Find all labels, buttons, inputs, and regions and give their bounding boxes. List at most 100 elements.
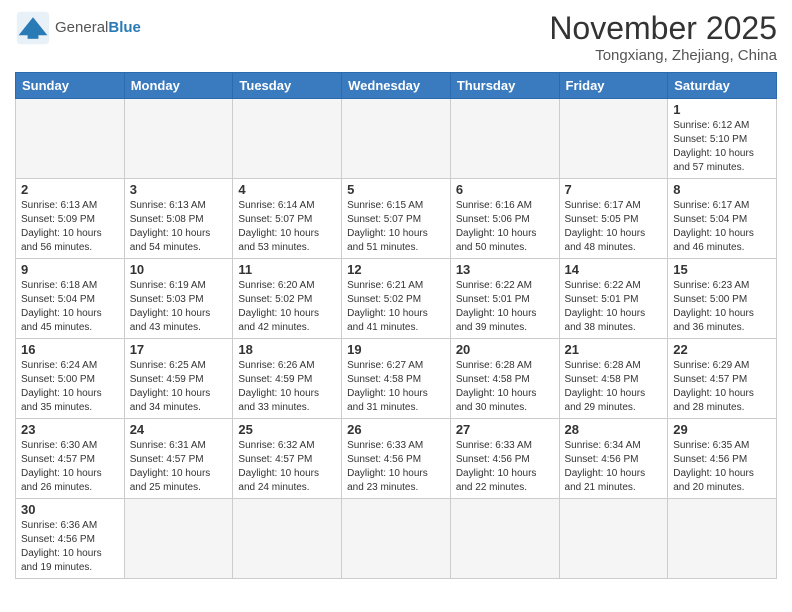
day-number: 14 — [565, 262, 663, 277]
day-info: Sunrise: 6:15 AM Sunset: 5:07 PM Dayligh… — [347, 199, 445, 255]
header: GeneralBlue November 2025 Tongxiang, Zhe… — [15, 10, 777, 64]
calendar-cell — [124, 499, 233, 579]
calendar-cell: 29 Sunrise: 6:35 AM Sunset: 4:56 PM Dayli… — [668, 419, 777, 499]
day-number: 12 — [347, 262, 445, 277]
calendar-cell: 26Sunrise: 6:33 AM Sunset: 4:56 PM Dayli… — [342, 419, 451, 499]
day-info: Sunrise: 6:27 AM Sunset: 4:58 PM Dayligh… — [347, 359, 445, 415]
calendar-cell — [559, 499, 668, 579]
day-number: 10 — [130, 262, 228, 277]
weekday-header-monday: Monday — [124, 73, 233, 99]
logo-general: General — [55, 19, 108, 36]
calendar-cell: 8 Sunrise: 6:17 AM Sunset: 5:04 PM Daylig… — [668, 179, 777, 259]
day-number: 11 — [238, 262, 336, 277]
day-number: 3 — [130, 182, 228, 197]
calendar-cell — [559, 99, 668, 179]
calendar-cell: 21 Sunrise: 6:28 AM Sunset: 4:58 PM Dayli… — [559, 339, 668, 419]
day-number: 28 — [565, 422, 663, 437]
day-number: 16 — [21, 342, 119, 357]
calendar-cell: 22 Sunrise: 6:29 AM Sunset: 4:57 PM Dayli… — [668, 339, 777, 419]
calendar-cell: 17 Sunrise: 6:25 AM Sunset: 4:59 PM Dayli… — [124, 339, 233, 419]
day-info: Sunrise: 6:13 AM Sunset: 5:08 PM Dayligh… — [130, 199, 228, 255]
weekday-header-row: SundayMondayTuesdayWednesdayThursdayFrid… — [16, 73, 777, 99]
calendar-cell — [233, 99, 342, 179]
day-info: Sunrise: 6:24 AM Sunset: 5:00 PM Dayligh… — [21, 359, 119, 415]
calendar-cell — [450, 499, 559, 579]
calendar-cell — [450, 99, 559, 179]
day-number: 15 — [673, 262, 771, 277]
weekday-header-tuesday: Tuesday — [233, 73, 342, 99]
day-info: Sunrise: 6:25 AM Sunset: 4:59 PM Dayligh… — [130, 359, 228, 415]
day-number: 8 — [673, 182, 771, 197]
calendar-cell — [124, 99, 233, 179]
day-number: 9 — [21, 262, 119, 277]
title-block: November 2025 Tongxiang, Zhejiang, China — [549, 10, 777, 64]
day-number: 20 — [456, 342, 554, 357]
month-title: November 2025 — [549, 10, 777, 47]
day-info: Sunrise: 6:29 AM Sunset: 4:57 PM Dayligh… — [673, 359, 771, 415]
day-info: Sunrise: 6:20 AM Sunset: 5:02 PM Dayligh… — [238, 279, 336, 335]
calendar-week-3: 16 Sunrise: 6:24 AM Sunset: 5:00 PM Dayli… — [16, 339, 777, 419]
day-info: Sunrise: 6:32 AM Sunset: 4:57 PM Dayligh… — [238, 439, 336, 495]
day-info: Sunrise: 6:36 AM Sunset: 4:56 PM Dayligh… — [21, 519, 119, 575]
day-number: 6 — [456, 182, 554, 197]
calendar-week-4: 23Sunrise: 6:30 AM Sunset: 4:57 PM Dayli… — [16, 419, 777, 499]
logo-icon — [15, 10, 51, 46]
day-info: Sunrise: 6:12 AM Sunset: 5:10 PM Dayligh… — [673, 119, 771, 175]
logo-blue: Blue — [108, 19, 141, 36]
calendar-cell — [16, 99, 125, 179]
calendar-cell: 14 Sunrise: 6:22 AM Sunset: 5:01 PM Dayli… — [559, 259, 668, 339]
day-info: Sunrise: 6:34 AM Sunset: 4:56 PM Dayligh… — [565, 439, 663, 495]
calendar-cell: 5 Sunrise: 6:15 AM Sunset: 5:07 PM Daylig… — [342, 179, 451, 259]
logo: GeneralBlue — [15, 10, 141, 46]
calendar-cell: 25Sunrise: 6:32 AM Sunset: 4:57 PM Dayli… — [233, 419, 342, 499]
calendar-cell: 23Sunrise: 6:30 AM Sunset: 4:57 PM Dayli… — [16, 419, 125, 499]
day-number: 22 — [673, 342, 771, 357]
weekday-header-saturday: Saturday — [668, 73, 777, 99]
day-info: Sunrise: 6:16 AM Sunset: 5:06 PM Dayligh… — [456, 199, 554, 255]
day-info: Sunrise: 6:23 AM Sunset: 5:00 PM Dayligh… — [673, 279, 771, 335]
day-info: Sunrise: 6:22 AM Sunset: 5:01 PM Dayligh… — [565, 279, 663, 335]
calendar-week-1: 2Sunrise: 6:13 AM Sunset: 5:09 PM Daylig… — [16, 179, 777, 259]
calendar-cell — [342, 99, 451, 179]
calendar-week-0: 1 Sunrise: 6:12 AM Sunset: 5:10 PM Daylig… — [16, 99, 777, 179]
calendar-cell — [668, 499, 777, 579]
day-number: 30 — [21, 502, 119, 517]
calendar-cell: 16 Sunrise: 6:24 AM Sunset: 5:00 PM Dayli… — [16, 339, 125, 419]
calendar: SundayMondayTuesdayWednesdayThursdayFrid… — [15, 72, 777, 579]
day-number: 21 — [565, 342, 663, 357]
day-info: Sunrise: 6:28 AM Sunset: 4:58 PM Dayligh… — [565, 359, 663, 415]
calendar-cell: 28 Sunrise: 6:34 AM Sunset: 4:56 PM Dayli… — [559, 419, 668, 499]
weekday-header-thursday: Thursday — [450, 73, 559, 99]
calendar-cell: 3 Sunrise: 6:13 AM Sunset: 5:08 PM Daylig… — [124, 179, 233, 259]
day-number: 24 — [130, 422, 228, 437]
calendar-cell: 6 Sunrise: 6:16 AM Sunset: 5:06 PM Daylig… — [450, 179, 559, 259]
calendar-cell: 12Sunrise: 6:21 AM Sunset: 5:02 PM Dayli… — [342, 259, 451, 339]
subtitle: Tongxiang, Zhejiang, China — [549, 47, 777, 64]
day-number: 18 — [238, 342, 336, 357]
weekday-header-wednesday: Wednesday — [342, 73, 451, 99]
calendar-cell: 2Sunrise: 6:13 AM Sunset: 5:09 PM Daylig… — [16, 179, 125, 259]
day-info: Sunrise: 6:14 AM Sunset: 5:07 PM Dayligh… — [238, 199, 336, 255]
day-info: Sunrise: 6:22 AM Sunset: 5:01 PM Dayligh… — [456, 279, 554, 335]
day-info: Sunrise: 6:18 AM Sunset: 5:04 PM Dayligh… — [21, 279, 119, 335]
calendar-cell: 4Sunrise: 6:14 AM Sunset: 5:07 PM Daylig… — [233, 179, 342, 259]
day-number: 1 — [673, 102, 771, 117]
calendar-week-5: 30 Sunrise: 6:36 AM Sunset: 4:56 PM Dayli… — [16, 499, 777, 579]
day-info: Sunrise: 6:35 AM Sunset: 4:56 PM Dayligh… — [673, 439, 771, 495]
calendar-cell — [233, 499, 342, 579]
calendar-cell: 30 Sunrise: 6:36 AM Sunset: 4:56 PM Dayli… — [16, 499, 125, 579]
day-info: Sunrise: 6:17 AM Sunset: 5:04 PM Dayligh… — [673, 199, 771, 255]
calendar-cell: 10 Sunrise: 6:19 AM Sunset: 5:03 PM Dayli… — [124, 259, 233, 339]
day-number: 17 — [130, 342, 228, 357]
day-number: 2 — [21, 182, 119, 197]
day-number: 23 — [21, 422, 119, 437]
day-number: 26 — [347, 422, 445, 437]
calendar-cell: 9 Sunrise: 6:18 AM Sunset: 5:04 PM Daylig… — [16, 259, 125, 339]
day-info: Sunrise: 6:19 AM Sunset: 5:03 PM Dayligh… — [130, 279, 228, 335]
day-number: 5 — [347, 182, 445, 197]
calendar-cell: 27Sunrise: 6:33 AM Sunset: 4:56 PM Dayli… — [450, 419, 559, 499]
day-number: 29 — [673, 422, 771, 437]
logo-text: GeneralBlue — [55, 20, 141, 37]
calendar-cell: 1 Sunrise: 6:12 AM Sunset: 5:10 PM Daylig… — [668, 99, 777, 179]
calendar-cell: 15 Sunrise: 6:23 AM Sunset: 5:00 PM Dayli… — [668, 259, 777, 339]
